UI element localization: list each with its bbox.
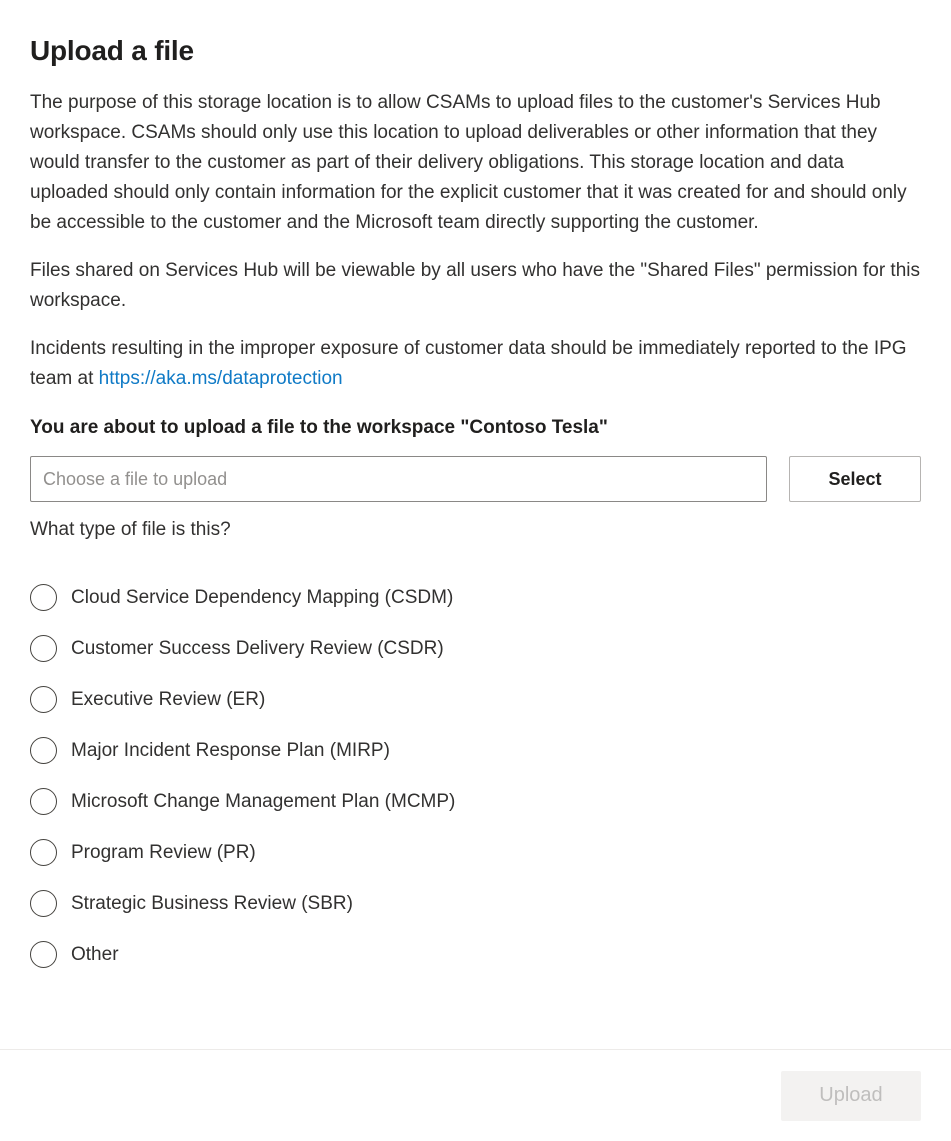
- file-type-radio-item[interactable]: Executive Review (ER): [30, 674, 921, 725]
- file-type-radio-label: Cloud Service Dependency Mapping (CSDM): [71, 586, 454, 608]
- select-file-button[interactable]: Select: [789, 456, 921, 502]
- file-type-radio-label: Major Incident Response Plan (MIRP): [71, 739, 390, 761]
- file-type-radio-label: Microsoft Change Management Plan (MCMP): [71, 790, 456, 812]
- radio-circle-icon[interactable]: [30, 788, 57, 815]
- workspace-confirmation-text: You are about to upload a file to the wo…: [30, 417, 608, 438]
- radio-circle-icon[interactable]: [30, 890, 57, 917]
- upload-button[interactable]: Upload: [781, 1070, 921, 1121]
- dialog-body: Upload a file The purpose of this storag…: [0, 0, 951, 980]
- file-type-radio-item[interactable]: Cloud Service Dependency Mapping (CSDM): [30, 572, 921, 623]
- radio-circle-icon[interactable]: [30, 584, 57, 611]
- file-type-radio-label: Other: [71, 943, 119, 965]
- close-icon: [897, 41, 917, 61]
- file-type-radio-item[interactable]: Program Review (PR): [30, 827, 921, 878]
- file-type-radio-item[interactable]: Other: [30, 929, 921, 980]
- file-type-radio-label: Strategic Business Review (SBR): [71, 892, 353, 914]
- close-button[interactable]: [886, 30, 928, 72]
- file-type-radio-label: Program Review (PR): [71, 841, 256, 863]
- file-type-radio-group: Cloud Service Dependency Mapping (CSDM) C…: [30, 572, 921, 980]
- radio-circle-icon[interactable]: [30, 737, 57, 764]
- file-picker-row: Select: [30, 456, 921, 502]
- file-type-question-label: What type of file is this?: [30, 519, 231, 540]
- page-title: Upload a file: [30, 35, 194, 66]
- file-type-radio-item[interactable]: Major Incident Response Plan (MIRP): [30, 725, 921, 776]
- file-type-radio-item[interactable]: Strategic Business Review (SBR): [30, 878, 921, 929]
- upload-file-dialog: Upload a file The purpose of this storag…: [0, 0, 951, 1141]
- radio-circle-icon[interactable]: [30, 686, 57, 713]
- radio-circle-icon[interactable]: [30, 941, 57, 968]
- incident-paragraph: Incidents resulting in the improper expo…: [30, 334, 921, 394]
- radio-circle-icon[interactable]: [30, 635, 57, 662]
- intro-paragraph: The purpose of this storage location is …: [30, 92, 907, 233]
- file-type-radio-item[interactable]: Microsoft Change Management Plan (MCMP): [30, 776, 921, 827]
- file-type-radio-item[interactable]: Customer Success Delivery Review (CSDR): [30, 623, 921, 674]
- dialog-footer: Upload: [0, 1049, 951, 1141]
- sharing-paragraph: Files shared on Services Hub will be vie…: [30, 260, 921, 311]
- radio-circle-icon[interactable]: [30, 839, 57, 866]
- dialog-header: Upload a file: [30, 34, 921, 68]
- dataprotection-link[interactable]: https://aka.ms/dataprotection: [99, 368, 343, 389]
- file-type-radio-label: Executive Review (ER): [71, 688, 266, 710]
- file-path-input[interactable]: [30, 456, 767, 502]
- file-type-radio-label: Customer Success Delivery Review (CSDR): [71, 637, 444, 659]
